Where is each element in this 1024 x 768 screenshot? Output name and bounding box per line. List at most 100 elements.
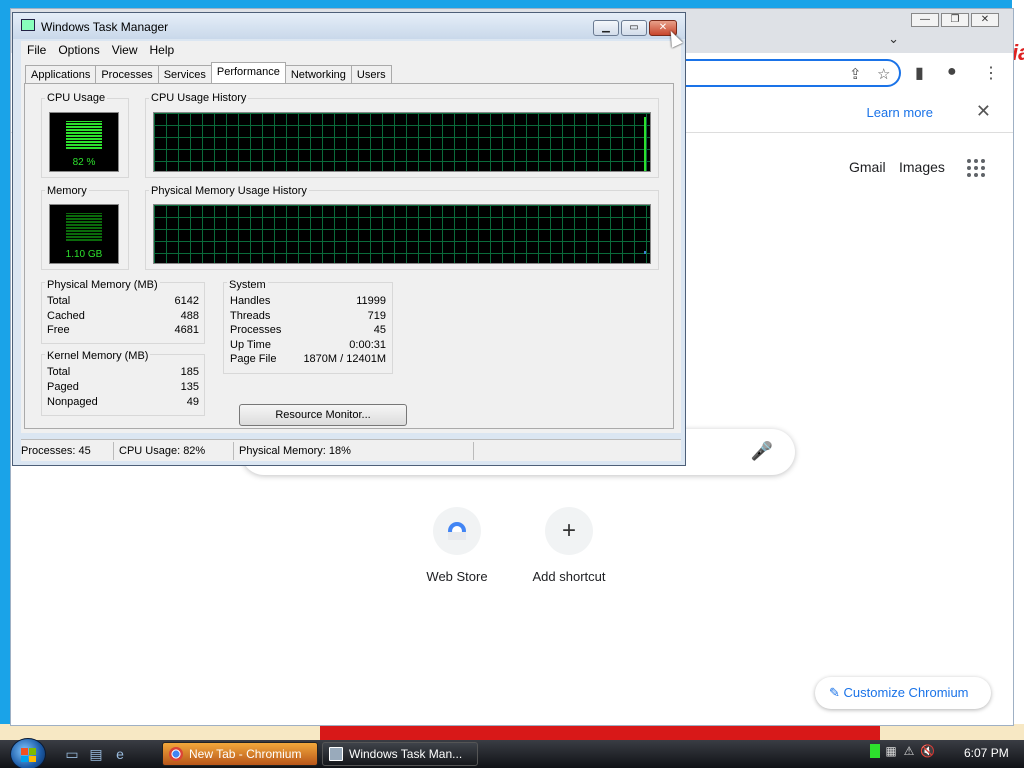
volume-muted-icon[interactable]: 🔇: [920, 744, 935, 758]
stat-key: Total: [47, 295, 71, 307]
status-memory: Physical Memory: 18%: [239, 445, 351, 457]
chromium-close-button[interactable]: ✕: [971, 13, 999, 27]
share-icon[interactable]: ⇪: [849, 65, 862, 83]
cpu-history-label: CPU Usage History: [149, 92, 249, 104]
stat-value: 11999: [356, 295, 386, 307]
menu-kebab-icon[interactable]: ⋮: [983, 63, 999, 83]
cpu-tray-icon[interactable]: [870, 744, 880, 758]
sys-processes-row: Processes 45: [230, 324, 386, 336]
bookmark-star-icon[interactable]: ☆: [877, 65, 890, 83]
tab-search-chevron-icon[interactable]: ⌄: [888, 31, 899, 47]
tab-networking[interactable]: Networking: [284, 65, 352, 83]
shortcut-add[interactable]: + Add shortcut: [519, 507, 619, 584]
plus-icon: +: [545, 507, 593, 555]
taskbar-button-label: Windows Task Man...: [349, 747, 463, 761]
shortcut-web-store[interactable]: Web Store: [407, 507, 507, 584]
stat-value: 45: [373, 324, 386, 336]
stat-value: 1870M / 12401M: [303, 353, 386, 365]
status-bar: Processes: 45 CPU Usage: 82% Physical Me…: [21, 439, 681, 461]
shortcut-label: Add shortcut: [532, 569, 606, 584]
start-button[interactable]: [10, 738, 46, 768]
minimize-button[interactable]: ▁: [593, 20, 619, 36]
status-cpu: CPU Usage: 82%: [119, 445, 206, 457]
learn-more-link[interactable]: Learn more: [867, 105, 933, 120]
phys-free-row: Free 4681: [47, 324, 199, 336]
sys-pagefile-row: Page File 1870M / 12401M: [230, 353, 386, 365]
network-status-icon[interactable]: ⚠: [902, 744, 916, 758]
stat-value: 719: [367, 310, 386, 322]
chromium-icon: [169, 747, 183, 761]
stat-key: Cached: [47, 310, 85, 322]
customize-chromium-button[interactable]: ✎ Customize Chromium: [815, 677, 991, 709]
stat-value: 49: [186, 396, 199, 408]
stat-value: 6142: [174, 295, 199, 307]
stat-key: Nonpaged: [47, 396, 98, 408]
menu-help[interactable]: Help: [144, 41, 181, 59]
profile-icon[interactable]: ●: [947, 63, 957, 81]
sys-threads-row: Threads 719: [230, 310, 386, 322]
images-link[interactable]: Images: [899, 159, 945, 175]
task-manager-app-icon: [21, 19, 35, 31]
stat-key: Threads: [230, 310, 271, 322]
windows-logo-icon: [21, 748, 37, 762]
chromium-window-controls: — ❐ ✕: [911, 13, 999, 27]
window-title: Windows Task Manager: [41, 20, 169, 34]
taskbar-button-label: New Tab - Chromium: [189, 747, 302, 761]
customize-label: Customize Chromium: [843, 685, 969, 700]
taskbar-chromium[interactable]: New Tab - Chromium: [162, 742, 318, 766]
side-panel-icon[interactable]: ▮: [915, 63, 924, 83]
taskbar-task-manager[interactable]: Windows Task Man...: [322, 742, 478, 766]
stat-key: Total: [47, 366, 71, 378]
stat-value: 488: [180, 310, 199, 322]
desktop-wallpaper-red: [320, 726, 880, 740]
tab-performance[interactable]: Performance: [210, 62, 286, 83]
memory-history-graph: [153, 204, 651, 264]
cpu-usage-value: 82 %: [72, 157, 96, 168]
menu-options[interactable]: Options: [52, 41, 105, 59]
chromium-maximize-button[interactable]: ❐: [941, 13, 969, 27]
infobar-close-icon[interactable]: ✕: [976, 101, 991, 122]
status-processes: Processes: 45: [21, 445, 91, 457]
stat-key: Paged: [47, 381, 79, 393]
memory-label: Memory: [45, 185, 89, 197]
desktop-wallpaper-left: [0, 0, 10, 740]
stat-value: 135: [180, 381, 199, 393]
resource-monitor-button[interactable]: Resource Monitor...: [239, 404, 407, 426]
stat-key: Up Time: [230, 339, 271, 351]
internet-explorer-icon[interactable]: e: [112, 746, 128, 762]
memory-history-label: Physical Memory Usage History: [149, 185, 309, 197]
voice-search-mic-icon[interactable]: 🎤: [751, 441, 773, 462]
cpu-usage-meter: 82 %: [49, 112, 119, 172]
kernel-total-row: Total 185: [47, 366, 199, 378]
task-manager-icon: [329, 747, 343, 761]
network-icon[interactable]: ▦: [884, 744, 898, 758]
google-apps-icon[interactable]: [967, 159, 985, 177]
status-divider: [233, 442, 234, 460]
pencil-icon: ✎: [829, 685, 840, 700]
kernel-memory-label: Kernel Memory (MB): [45, 350, 151, 362]
clock[interactable]: 6:07 PM: [964, 746, 1009, 760]
stat-value: 0:00:31: [349, 339, 386, 351]
show-desktop-icon[interactable]: ▭: [64, 746, 80, 762]
chromium-minimize-button[interactable]: —: [911, 13, 939, 27]
stat-key: Page File: [230, 353, 277, 365]
stat-key: Processes: [230, 324, 282, 336]
menu-view[interactable]: View: [106, 41, 144, 59]
taskbar: ▭ ▤ e New Tab - Chromium Windows Task Ma…: [0, 738, 1024, 768]
gmail-link[interactable]: Gmail: [849, 159, 886, 175]
system-label: System: [227, 279, 268, 291]
task-manager-window: Windows Task Manager ▁ ▭ ✕ File Options …: [12, 12, 686, 466]
tab-applications[interactable]: Applications: [25, 65, 97, 83]
system-tray: ▦ ⚠ 🔇: [870, 744, 935, 758]
tab-users[interactable]: Users: [350, 65, 392, 83]
task-manager-titlebar[interactable]: Windows Task Manager ▁ ▭ ✕: [13, 13, 685, 39]
maximize-button[interactable]: ▭: [621, 20, 647, 36]
switch-windows-icon[interactable]: ▤: [88, 746, 104, 762]
cpu-history-graph: [153, 112, 651, 172]
sys-handles-row: Handles 11999: [230, 295, 386, 307]
menu-file[interactable]: File: [21, 41, 52, 59]
tab-processes[interactable]: Processes: [95, 65, 159, 83]
tab-services[interactable]: Services: [157, 65, 212, 83]
memory-meter-bars: [66, 213, 102, 241]
shortcut-label: Web Store: [426, 569, 488, 584]
